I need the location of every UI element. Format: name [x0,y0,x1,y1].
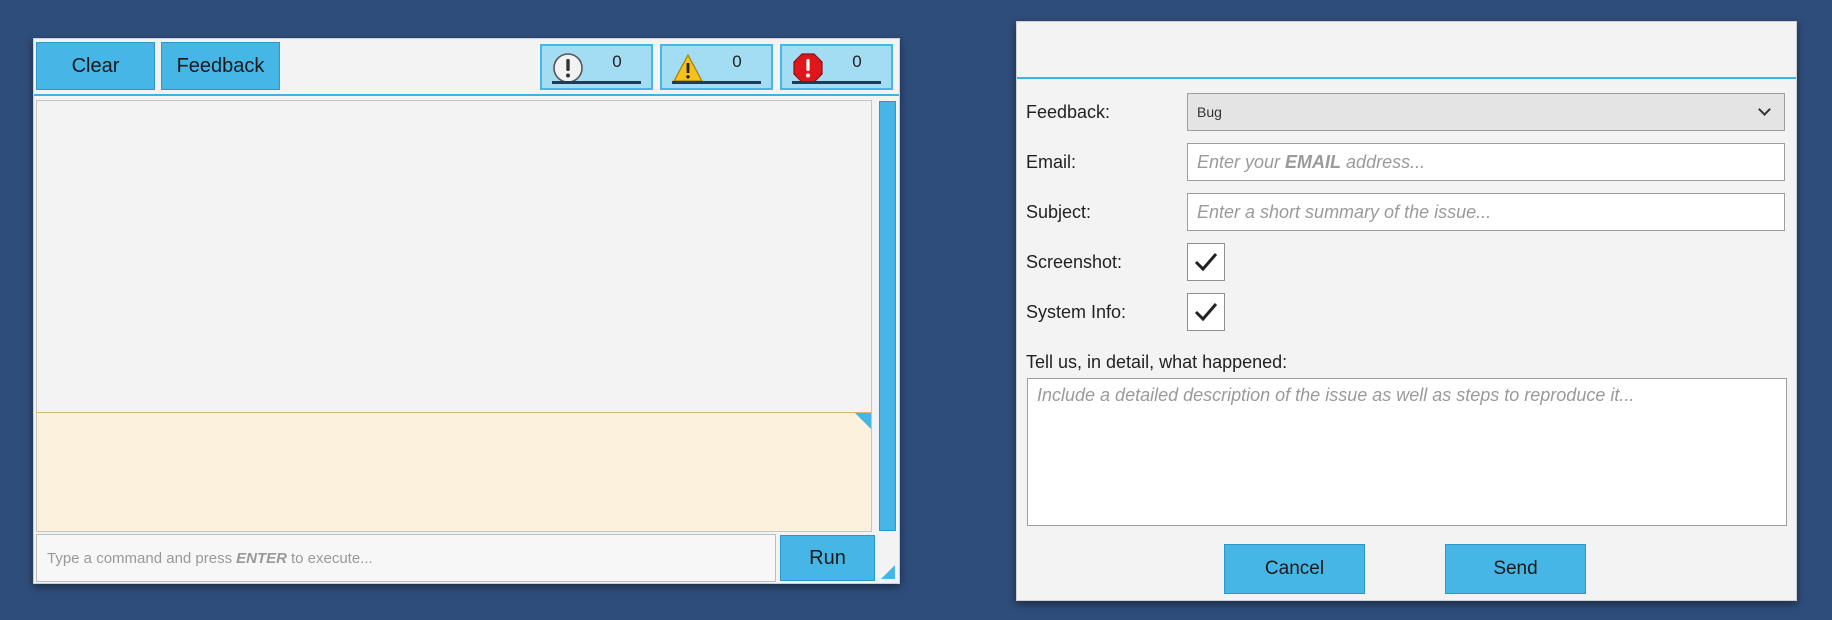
feedback-window: Feedback: Bug Email: Enter your EMAIL ad… [1016,21,1797,601]
warning-icon [672,53,704,82]
clear-button[interactable]: Clear [36,42,155,90]
info-counter-bar [552,81,641,84]
system-info-checkbox[interactable] [1187,293,1225,331]
chevron-down-icon [1758,103,1771,116]
feedback-type-value: Bug [1197,104,1222,120]
cancel-button[interactable]: Cancel [1224,544,1365,594]
command-input[interactable]: Type a command and press ENTER to execut… [36,534,776,582]
window-resize-icon[interactable] [881,565,895,579]
info-counter[interactable]: 0 [540,44,653,90]
checkmark-icon [1194,253,1218,272]
warning-counter-bar [672,81,761,84]
detail-textarea[interactable]: Include a detailed description of the is… [1027,378,1787,526]
info-icon [553,53,583,83]
command-placeholder-key: ENTER [236,549,287,567]
email-placeholder-key: EMAIL [1285,151,1342,172]
detail-placeholder: Include a detailed description of the is… [1037,385,1635,405]
subject-field[interactable]: Enter a short summary of the issue... [1187,193,1785,231]
checkmark-icon [1194,303,1218,322]
feedback-button[interactable]: Feedback [161,42,280,90]
system-info-label: System Info: [1026,302,1127,322]
email-label: Email: [1026,152,1077,172]
error-icon [793,53,823,83]
feedback-type-label: Feedback: [1026,102,1111,122]
error-counter-bar [792,81,881,84]
console-window: Clear Feedback 0 0 0 Type a command and … [33,38,900,584]
warning-counter[interactable]: 0 [660,44,773,90]
resize-handle-icon[interactable] [855,413,871,429]
email-field[interactable]: Enter your EMAIL address... [1187,143,1785,181]
log-detail-area[interactable] [36,412,872,532]
subject-placeholder: Enter a short summary of the issue... [1197,201,1492,222]
error-counter[interactable]: 0 [780,44,893,90]
screenshot-checkbox[interactable] [1187,243,1225,281]
info-count: 0 [612,52,622,71]
log-scrollbar[interactable] [879,101,896,531]
warning-count: 0 [732,52,742,71]
log-output-area[interactable] [36,100,872,412]
feedback-header [1017,22,1796,79]
command-placeholder-suffix: to execute... [290,549,373,567]
send-button[interactable]: Send [1445,544,1586,594]
run-button[interactable]: Run [780,535,875,581]
detail-label: Tell us, in detail, what happened: [1026,352,1288,372]
email-placeholder-prefix: Enter your [1197,151,1281,172]
error-count: 0 [852,52,862,71]
command-placeholder-prefix: Type a command and press [47,549,233,567]
email-placeholder-suffix: address... [1346,151,1426,172]
feedback-type-select[interactable]: Bug [1187,93,1785,131]
screenshot-label: Screenshot: [1026,252,1123,272]
subject-label: Subject: [1026,202,1092,222]
console-toolbar: Clear Feedback 0 0 0 [34,39,899,96]
